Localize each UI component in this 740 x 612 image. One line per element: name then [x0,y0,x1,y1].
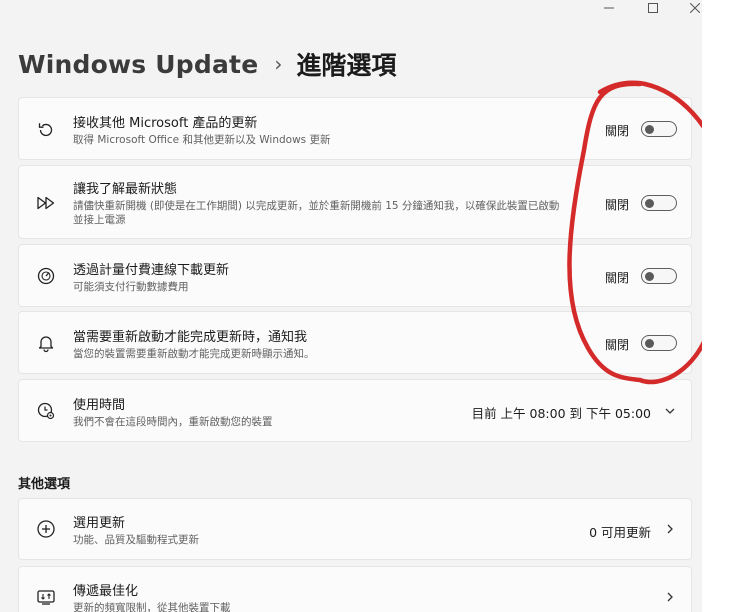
card-description: 請儘快重新開機 (即使是在工作期間) 以完成更新，並於重新開機前 15 分鐘通知… [73,200,560,226]
card-title: 當需要重新啟動才能完成更新時，通知我 [73,330,308,345]
toggle-state-label: 關閉 [604,338,629,352]
section-heading-other-options: 其他選項 [18,477,71,492]
card-title: 接收其他 Microsoft 產品的更新 [73,116,258,131]
bell-icon [36,333,56,353]
maximize-icon[interactable] [630,0,676,16]
card-stay-up-to-date[interactable]: 讓我了解最新狀態 請儘快重新開機 (即使是在工作期間) 以完成更新，並於重新開機… [18,165,692,239]
refresh-icon [36,120,56,140]
card-description: 可能須支付行動數據費用 [73,281,189,293]
settings-window: Windows Update › 進階選項 接收其他 Microsoft 產品的… [0,0,702,612]
card-description: 功能、品質及驅動程式更新 [73,534,199,546]
toggle-switch[interactable] [641,121,677,137]
fast-forward-icon [36,193,56,213]
minimize-icon[interactable] [586,0,632,16]
toggle-knob [645,338,654,348]
toggle-state-label: 關閉 [604,198,629,212]
page-title: 進階選項 [296,51,397,80]
card-title: 使用時間 [73,398,126,413]
toggle-switch[interactable] [641,268,677,284]
card-restart-notification[interactable]: 當需要重新啟動才能完成更新時，通知我 當您的裝置需要重新啟動才能完成更新時顯示通… [18,311,692,374]
clock-gear-icon [36,401,56,421]
card-description: 取得 Microsoft Office 和其他更新以及 Windows 更新 [73,134,331,146]
chevron-right-icon[interactable] [663,590,677,604]
toggle-knob [645,271,654,281]
card-other-microsoft-updates[interactable]: 接收其他 Microsoft 產品的更新 取得 Microsoft Office… [18,97,692,160]
card-title: 讓我了解最新狀態 [73,182,178,197]
close-icon[interactable] [672,0,702,16]
gauge-icon [36,266,56,286]
card-description: 更新的頻寬限制，從其他裝置下載 [73,602,231,612]
available-updates-count: 0 可用更新 [589,525,651,540]
plus-circle-icon [36,519,56,539]
card-optional-updates[interactable]: 選用更新 功能、品質及驅動程式更新 0 可用更新 [18,498,692,560]
toggle-knob [645,124,654,134]
toggle-knob [645,198,654,208]
card-description: 當您的裝置需要重新啟動才能完成更新時顯示通知。 [73,348,315,360]
delivery-optimization-icon [36,587,56,607]
active-hours-value: 目前 上午 08:00 到 下午 05:00 [471,406,651,421]
toggle-state-label: 關閉 [604,124,629,138]
breadcrumb-parent[interactable]: Windows Update [18,50,258,79]
toggle-state-label: 關閉 [604,271,629,285]
card-title: 傳遞最佳化 [73,584,139,599]
card-title: 透過計量付費連線下載更新 [73,263,230,278]
toggle-switch[interactable] [641,195,677,211]
chevron-right-icon[interactable] [663,522,677,536]
breadcrumb-separator: › [274,52,283,76]
card-title: 選用更新 [73,516,126,531]
toggle-switch[interactable] [641,335,677,351]
card-active-hours[interactable]: 使用時間 我們不會在這段時間內，重新啟動您的裝置 目前 上午 08:00 到 下… [18,379,692,442]
card-description: 我們不會在這段時間內，重新啟動您的裝置 [73,416,273,428]
card-delivery-optimization[interactable]: 傳遞最佳化 更新的頻寬限制，從其他裝置下載 [18,566,692,612]
breadcrumb: Windows Update › 進階選項 [18,44,396,84]
chevron-down-icon[interactable] [663,404,677,418]
card-metered-connection[interactable]: 透過計量付費連線下載更新 可能須支付行動數據費用 關閉 [18,244,692,307]
